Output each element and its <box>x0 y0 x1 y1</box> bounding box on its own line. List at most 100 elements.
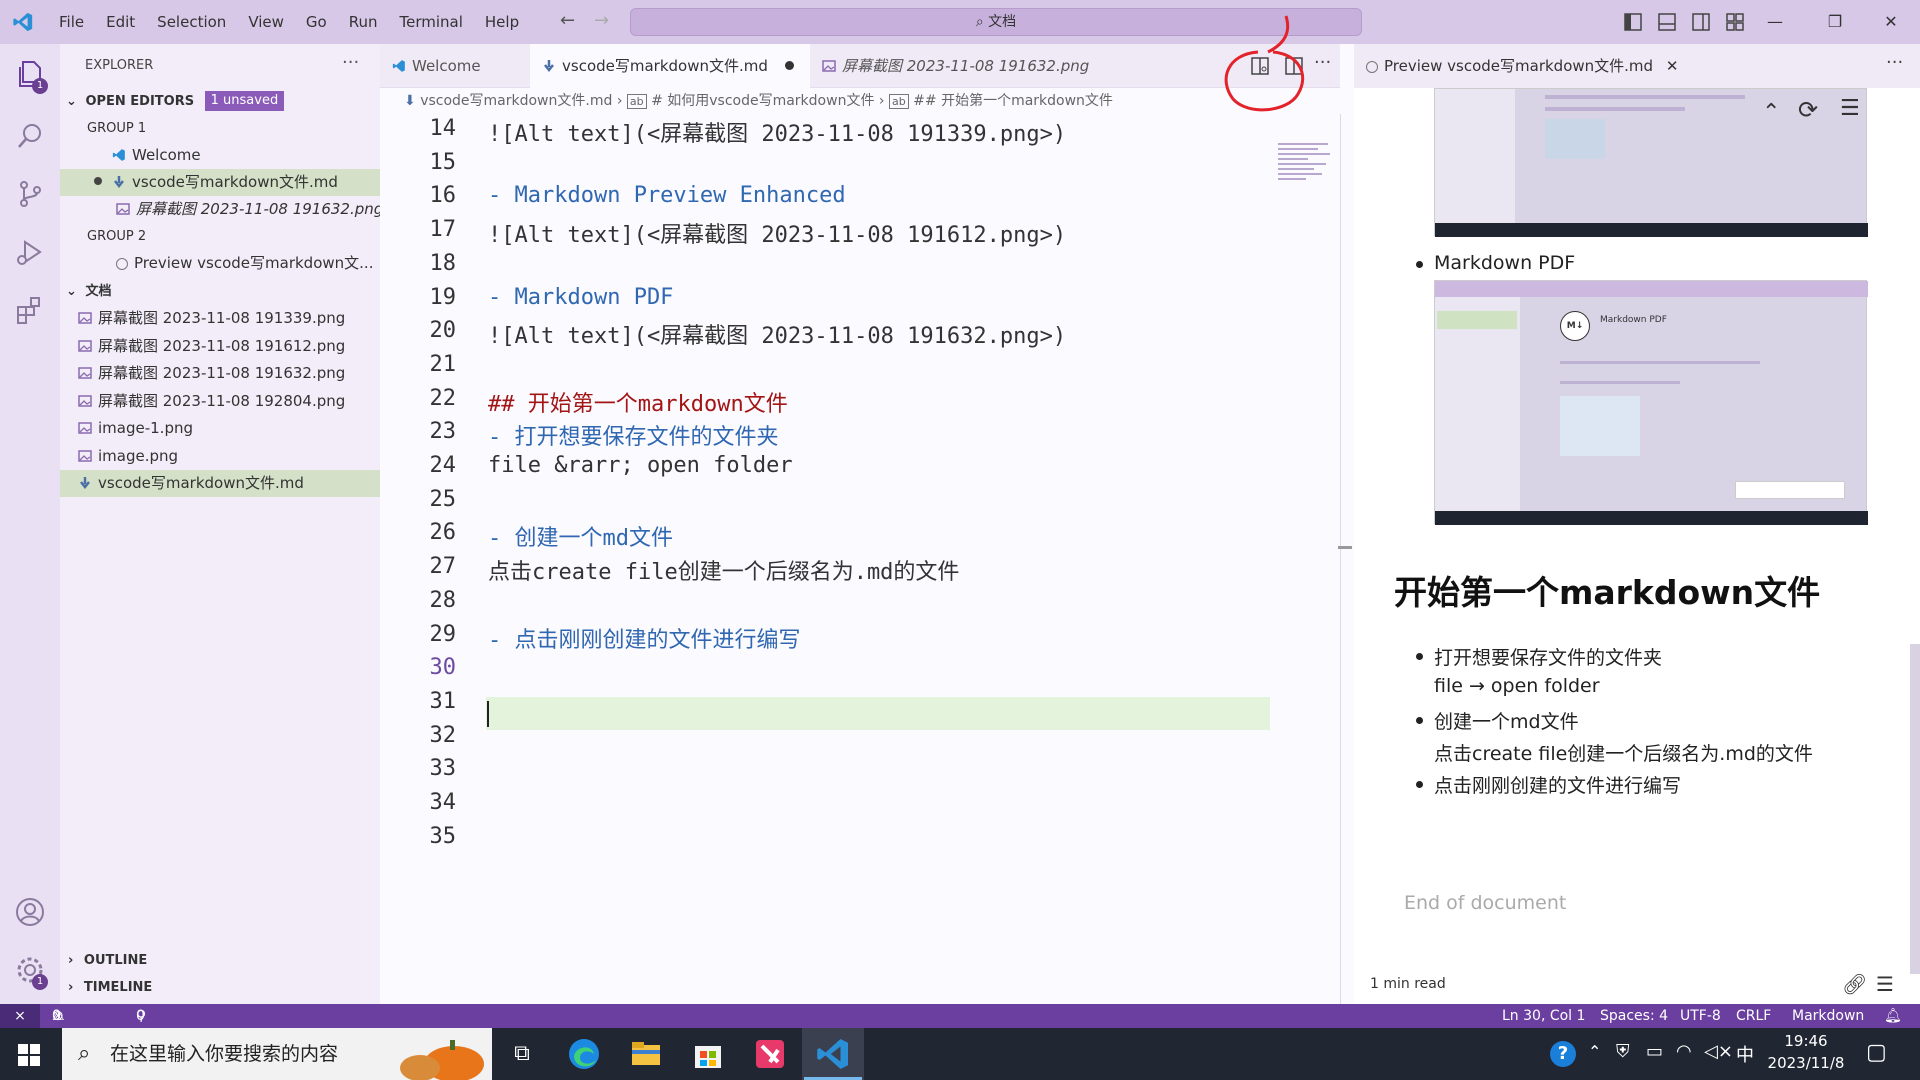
search-icon[interactable] <box>14 120 46 152</box>
image-file-icon <box>78 395 92 407</box>
file-item[interactable]: 屏幕截图 2023-11-08 192804.png <box>60 388 380 415</box>
ime-indicator[interactable]: 中 <box>1736 1041 1754 1067</box>
menu-edit[interactable]: Edit <box>95 0 146 44</box>
line-number: 31 <box>429 688 457 714</box>
file-item-active[interactable]: vscode写markdown文件.md <box>60 470 380 497</box>
cursor-position[interactable]: Ln 30, Col 1 <box>1502 1004 1585 1028</box>
shield-icon[interactable]: ⛨ <box>1616 1041 1630 1062</box>
open-editor-md[interactable]: vscode写markdown文件.md <box>60 169 380 196</box>
breadcrumb-file[interactable]: vscode写markdown文件.md <box>420 93 612 109</box>
app-icon[interactable] <box>752 1036 788 1072</box>
run-debug-icon[interactable] <box>14 236 46 268</box>
close-icon[interactable]: ✕ <box>1868 0 1914 44</box>
menu-list-icon[interactable]: ☰ <box>1840 96 1860 121</box>
vscode-taskbar-icon[interactable] <box>815 1036 851 1072</box>
file-item[interactable]: 屏幕截图 2023-11-08 191339.png <box>60 305 380 332</box>
refresh-icon[interactable]: ⟳ <box>1798 96 1818 124</box>
unsaved-dot-icon[interactable] <box>784 61 794 70</box>
open-editors-header[interactable]: ⌄ OPEN EDITORS 1 unsaved <box>60 88 380 115</box>
task-view-icon[interactable]: ⧉ <box>504 1036 540 1072</box>
more-actions-icon[interactable]: ··· <box>1886 52 1903 73</box>
file-item[interactable]: image-1.png <box>60 415 380 442</box>
extensions-icon[interactable] <box>14 294 46 326</box>
maximize-icon[interactable]: ❐ <box>1812 0 1858 44</box>
toggle-sidebar-icon[interactable] <box>1624 13 1642 31</box>
tab-image[interactable]: 屏幕截图 2023-11-08 191632.png <box>810 44 1100 88</box>
notification-center-icon[interactable]: ▢ <box>1866 1040 1887 1065</box>
menu-file[interactable]: File <box>48 0 95 44</box>
link-icon[interactable]: 🔗︎ <box>1842 972 1867 996</box>
taskbar-search[interactable]: ⌕ 在这里输入你要搜索的内容 <box>62 1028 492 1080</box>
clock-date[interactable]: 2023/11/8 <box>1764 1054 1848 1072</box>
file-label: 屏幕截图 2023-11-08 191632.png <box>98 364 346 382</box>
breadcrumb-heading[interactable]: # 如何用vscode写markdown文件 <box>651 93 874 109</box>
help-icon[interactable]: ? <box>1550 1041 1576 1067</box>
file-explorer-icon[interactable] <box>628 1036 664 1072</box>
menu-list-icon[interactable]: ☰ <box>1876 972 1894 996</box>
tab-preview[interactable]: Preview vscode写markdown文件.md ✕ <box>1354 44 1678 88</box>
code-line: ## 开始第一个markdown文件 <box>488 391 788 417</box>
clock-time[interactable]: 19:46 <box>1770 1032 1842 1050</box>
microsoft-store-icon[interactable] <box>690 1036 726 1072</box>
preview-scrollbar[interactable] <box>1910 644 1920 974</box>
windows-start-icon[interactable] <box>18 1044 40 1066</box>
forward-arrow-icon[interactable]: → <box>594 10 609 31</box>
code-line: 点击create file创建一个后缀名为.md的文件 <box>488 560 960 586</box>
chevron-right-icon: › <box>68 980 74 995</box>
close-tab-icon[interactable]: ✕ <box>1666 57 1679 75</box>
menu-terminal[interactable]: Terminal <box>389 0 474 44</box>
chevron-right-icon: › <box>616 93 627 109</box>
code-line: ![Alt text](<屏幕截图 2023-11-08 191612.png>… <box>488 223 1067 249</box>
encoding[interactable]: UTF-8 <box>1680 1004 1721 1028</box>
explorer-badge: 1 <box>32 78 48 94</box>
folder-header[interactable]: ⌄ 文档 <box>60 278 380 305</box>
menu-run[interactable]: Run <box>338 0 389 44</box>
edge-browser-icon[interactable] <box>566 1036 602 1072</box>
language-mode[interactable]: Markdown <box>1792 1004 1864 1028</box>
status-bar: ⨯ ⊗ 0 ⚠ 0 ⚲ 0 Ln 30, Col 1 Spaces: 4 UTF-8 … <box>0 1004 1920 1028</box>
customize-layout-icon[interactable] <box>1726 13 1744 31</box>
unsaved-dot-icon[interactable] <box>94 177 102 185</box>
file-item[interactable]: image.png <box>60 443 380 470</box>
menu-go[interactable]: Go <box>295 0 338 44</box>
more-actions-icon[interactable]: ··· <box>342 52 359 73</box>
toggle-panel-icon[interactable] <box>1658 13 1676 31</box>
open-editor-preview[interactable]: Preview vscode写markdown文... <box>60 250 380 277</box>
timeline-header[interactable]: › TIMELINE <box>60 974 380 1001</box>
code-line: ![Alt text](<屏幕截图 2023-11-08 191339.png>… <box>488 122 1067 147</box>
code-line: ![Alt text](<屏幕截图 2023-11-08 191632.png>… <box>488 324 1067 350</box>
source-control-icon[interactable] <box>14 178 46 210</box>
chevron-up-icon[interactable]: ⌃ <box>1588 1042 1601 1061</box>
menu-help[interactable]: Help <box>474 0 530 44</box>
tab-label: vscode写markdown文件.md <box>562 57 768 75</box>
file-item[interactable]: 屏幕截图 2023-11-08 191632.png <box>60 360 380 387</box>
notifications-icon[interactable]: 🔔︎ <box>1884 1004 1902 1028</box>
breadcrumb-subheading[interactable]: ## 开始第一个markdown文件 <box>913 93 1113 109</box>
image-file-icon <box>822 60 836 72</box>
code-line: - 打开想要保存文件的文件夹 <box>488 425 779 451</box>
open-editor-png[interactable]: 屏幕截图 2023-11-08 191632.png <box>60 196 380 223</box>
minimap[interactable] <box>1278 140 1338 220</box>
menu-view[interactable]: View <box>237 0 295 44</box>
account-icon[interactable] <box>14 896 46 928</box>
markdown-file-icon <box>80 477 90 490</box>
indentation[interactable]: Spaces: 4 <box>1600 1004 1668 1028</box>
line-ending[interactable]: CRLF <box>1736 1004 1771 1028</box>
tab-welcome[interactable]: Welcome <box>380 44 530 88</box>
back-arrow-icon[interactable]: ← <box>560 10 575 31</box>
scrollbar-marker[interactable] <box>1338 546 1352 549</box>
menu-selection[interactable]: Selection <box>146 0 237 44</box>
open-editor-welcome[interactable]: Welcome <box>60 142 380 169</box>
remote-icon[interactable]: ⨯ <box>0 1004 40 1028</box>
current-line-highlight <box>486 697 1270 730</box>
minimize-icon[interactable]: — <box>1752 0 1798 44</box>
battery-icon[interactable]: ▭ <box>1646 1041 1663 1062</box>
tab-markdown[interactable]: vscode写markdown文件.md <box>530 44 810 88</box>
wifi-icon[interactable]: ◠ <box>1676 1041 1692 1062</box>
chevron-up-icon[interactable]: ⌃ <box>1762 100 1780 125</box>
line-number: 17 <box>429 217 457 243</box>
outline-header[interactable]: › OUTLINE <box>60 947 380 974</box>
toggle-secondary-sidebar-icon[interactable] <box>1692 13 1710 31</box>
volume-icon[interactable]: ◁× <box>1704 1041 1733 1062</box>
file-item[interactable]: 屏幕截图 2023-11-08 191612.png <box>60 333 380 360</box>
